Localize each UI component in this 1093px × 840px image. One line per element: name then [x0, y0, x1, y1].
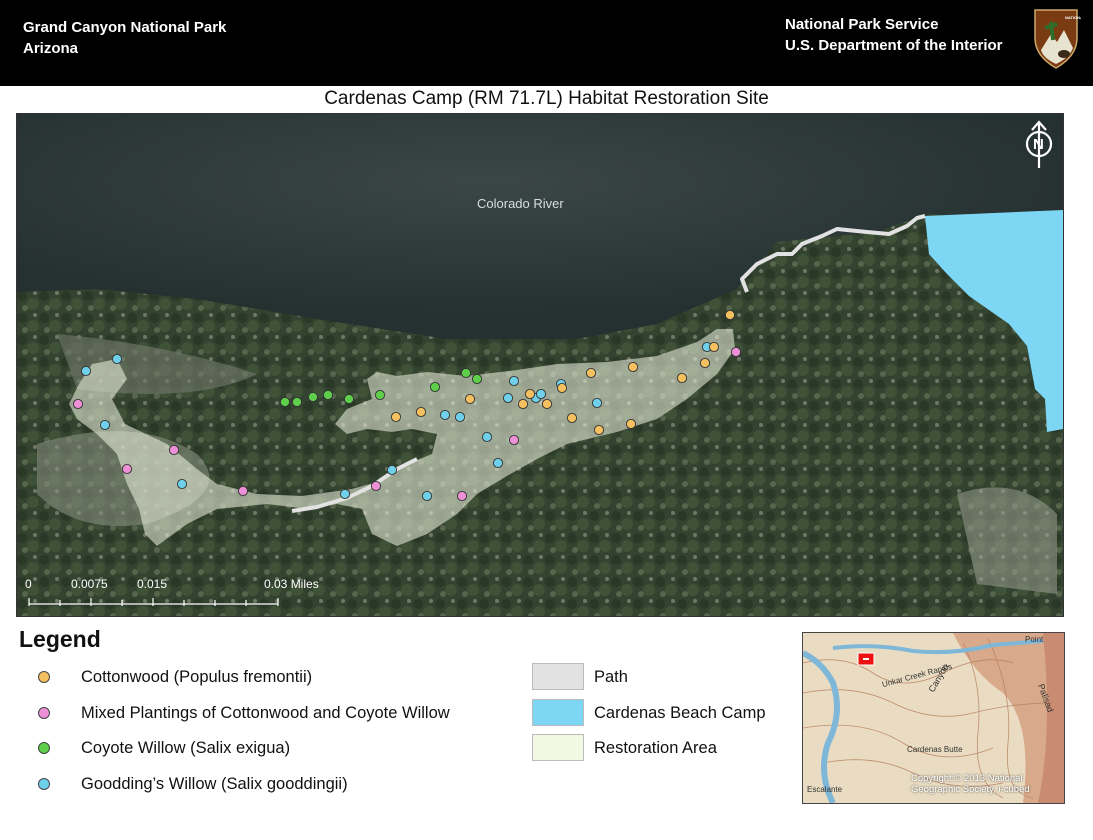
mixed-planting-point[interactable]	[237, 485, 249, 497]
park-name: Grand Canyon National Park	[23, 19, 227, 36]
cottonwood-planting-point[interactable]	[724, 309, 736, 321]
goodding-planting-point[interactable]	[535, 388, 547, 400]
goodding-planting-point[interactable]	[176, 478, 188, 490]
beach-camp-legend-swatch	[532, 699, 584, 726]
map-title: Cardenas Camp (RM 71.7L) Habitat Restora…	[324, 88, 769, 109]
locator-inset-map[interactable]: Unkar Creek Rapids Canyon Cardenas Butte…	[802, 632, 1065, 804]
goodding-planting-point[interactable]	[492, 457, 504, 469]
inset-label: Escalante	[807, 785, 843, 794]
cottonwood-planting-point[interactable]	[566, 412, 578, 424]
cottonwood-planting-point[interactable]	[390, 411, 402, 423]
coyote-planting-point[interactable]	[471, 373, 483, 385]
mixed-planting-point[interactable]	[168, 444, 180, 456]
cottonwood-planting-point[interactable]	[676, 372, 688, 384]
goodding-willow-legend-icon	[38, 778, 50, 790]
mixed-planting-point[interactable]	[508, 434, 520, 446]
cottonwood-planting-point[interactable]	[708, 341, 720, 353]
mixed-planting-point[interactable]	[72, 398, 84, 410]
coyote-planting-point[interactable]	[429, 381, 441, 393]
legend-title: Legend	[19, 626, 101, 652]
map-canvas[interactable]	[17, 114, 1063, 616]
goodding-planting-point[interactable]	[481, 431, 493, 443]
cottonwood-legend-icon	[38, 671, 50, 683]
cottonwood-planting-point[interactable]	[517, 398, 529, 410]
goodding-planting-point[interactable]	[502, 392, 514, 404]
goodding-planting-point[interactable]	[591, 397, 603, 409]
north-letter: N	[1033, 136, 1044, 153]
cottonwood-planting-point[interactable]	[627, 361, 639, 373]
legend-label-cottonwood: Cottonwood (Populus fremontii)	[81, 668, 313, 686]
nps-arrowhead-logo-icon: NATIONAL	[1034, 9, 1081, 69]
cottonwood-planting-point[interactable]	[415, 406, 427, 418]
coyote-planting-point[interactable]	[374, 389, 386, 401]
coyote-willow-legend-icon	[38, 742, 50, 754]
restoration-legend-swatch	[532, 734, 584, 761]
svg-text:NATIONAL: NATIONAL	[1065, 15, 1081, 20]
legend-label-mixed: Mixed Plantings of Cottonwood and Coyote…	[81, 704, 450, 722]
coyote-planting-point[interactable]	[343, 393, 355, 405]
mixed-planting-point[interactable]	[730, 346, 742, 358]
map-panel[interactable]: Colorado River N 0 0.0075 0.015 0.03 Mil…	[16, 113, 1064, 617]
cottonwood-planting-point[interactable]	[625, 418, 637, 430]
scale-label-3: 0.03 Miles	[264, 577, 319, 591]
legend-label-goodding: Goodding’s Willow (Salix gooddingii)	[81, 775, 348, 793]
goodding-planting-point[interactable]	[454, 411, 466, 423]
cottonwood-planting-point[interactable]	[524, 388, 536, 400]
coyote-planting-point[interactable]	[307, 391, 319, 403]
coyote-planting-point[interactable]	[279, 396, 291, 408]
river-label: Colorado River	[477, 196, 564, 211]
inset-label: Point	[1025, 635, 1044, 644]
goodding-planting-point[interactable]	[421, 490, 433, 502]
mixed-planting-point[interactable]	[121, 463, 133, 475]
cottonwood-planting-point[interactable]	[585, 367, 597, 379]
coyote-planting-point[interactable]	[460, 367, 472, 379]
cottonwood-planting-point[interactable]	[464, 393, 476, 405]
coyote-planting-point[interactable]	[291, 396, 303, 408]
path-legend-swatch	[532, 663, 584, 690]
mixed-planting-point[interactable]	[370, 480, 382, 492]
inset-credit: Copyright:© 2013 National Geographic Soc…	[911, 773, 1030, 795]
goodding-planting-point[interactable]	[339, 488, 351, 500]
state-name: Arizona	[23, 40, 79, 57]
goodding-planting-point[interactable]	[99, 419, 111, 431]
coyote-planting-point[interactable]	[322, 389, 334, 401]
scale-label-0: 0	[25, 577, 32, 591]
header-bar: Grand Canyon National Park Arizona Natio…	[0, 0, 1093, 86]
goodding-planting-point[interactable]	[439, 409, 451, 421]
cottonwood-planting-point[interactable]	[699, 357, 711, 369]
mixed-plantings-legend-icon	[38, 707, 50, 719]
goodding-planting-point[interactable]	[80, 365, 92, 377]
mixed-planting-point[interactable]	[456, 490, 468, 502]
legend-label-path: Path	[594, 668, 628, 686]
scale-label-1: 0.0075	[71, 577, 108, 591]
legend-label-beach: Cardenas Beach Camp	[594, 704, 766, 722]
legend-label-coyote: Coyote Willow (Salix exigua)	[81, 739, 291, 757]
department-name: U.S. Department of the Interior	[785, 37, 1003, 54]
cottonwood-planting-point[interactable]	[593, 424, 605, 436]
goodding-planting-point[interactable]	[508, 375, 520, 387]
cottonwood-planting-point[interactable]	[556, 382, 568, 394]
legend-label-restoration: Restoration Area	[594, 739, 717, 757]
cottonwood-planting-point[interactable]	[541, 398, 553, 410]
inset-label: Cardenas Butte	[907, 745, 963, 754]
goodding-planting-point[interactable]	[386, 464, 398, 476]
scale-label-2: 0.015	[137, 577, 168, 591]
agency-name: National Park Service	[785, 16, 939, 33]
goodding-planting-point[interactable]	[111, 353, 123, 365]
